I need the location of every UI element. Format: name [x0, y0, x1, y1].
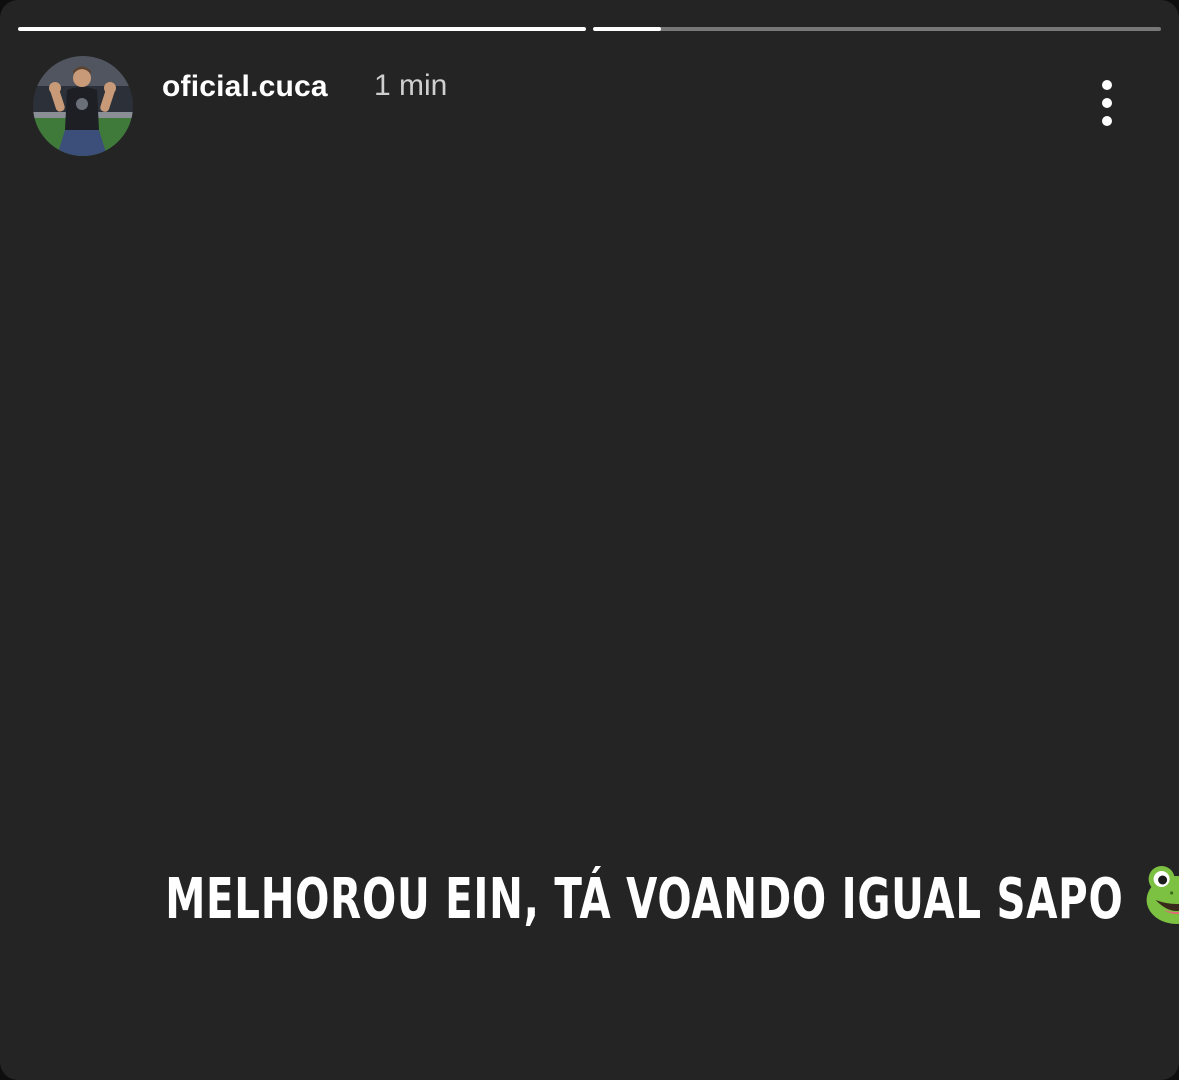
username[interactable]: oficial.cuca	[162, 70, 328, 104]
avatar[interactable]	[33, 56, 133, 156]
caption-text: MELHOROU EIN, TÁ VOANDO IGUAL SAPO	[165, 867, 1124, 932]
story-progress-bar-1	[18, 27, 586, 31]
progress-fill	[18, 27, 586, 31]
story-caption: MELHOROU EIN, TÁ VOANDO IGUAL SAPO	[165, 862, 1179, 932]
three-dots-vertical-icon[interactable]	[1088, 76, 1126, 132]
frog-icon	[1134, 862, 1179, 926]
timestamp: 1 min	[374, 69, 448, 102]
story-progress-bar-2	[593, 27, 1161, 31]
profile-photo	[33, 56, 133, 156]
story-viewer[interactable]: oficial.cuca 1 min MELHOROU EIN, TÁ VOAN…	[0, 0, 1179, 1080]
progress-fill	[593, 27, 662, 31]
